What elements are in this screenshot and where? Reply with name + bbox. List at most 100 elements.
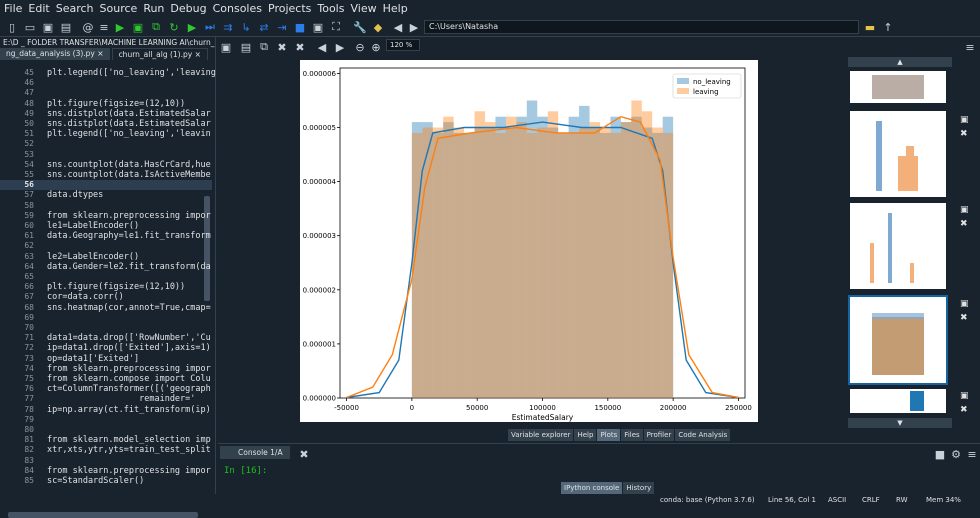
bar-leaving [568,132,580,398]
tab-history[interactable]: History [623,482,655,494]
menu-item[interactable]: Consoles [213,2,262,15]
close-thumbnail-icon[interactable]: ✖ [960,313,968,323]
tab-ipython-console[interactable]: IPython console [561,482,623,494]
previous-plot-icon[interactable]: ◀ [314,39,330,55]
tab-file-1[interactable]: ng_data_analysis (3).py × [0,48,110,60]
menu-item[interactable]: Edit [28,2,49,15]
plot-thumbnail[interactable] [848,69,948,105]
stop-debug-icon[interactable]: ■ [292,19,308,35]
new-file-icon[interactable]: ▯ [4,19,20,35]
save-thumbnail-icon[interactable]: ▣ [960,115,969,125]
bar-leaving [474,111,486,398]
at-icon[interactable]: @ [80,19,96,35]
editor-tabs: ng_data_analysis (3).py × churn_all_alg … [0,48,215,60]
forward-icon[interactable]: ▶ [406,19,422,35]
run-icon[interactable]: ▶ [112,19,128,35]
options-icon[interactable]: ⚙ [948,446,964,462]
pane-menu-icon[interactable]: ≡ [962,39,978,55]
next-plot-icon[interactable]: ▶ [332,39,348,55]
open-file-icon[interactable]: ▭ [22,19,38,35]
interrupt-kernel-icon[interactable]: ■ [932,446,948,462]
tab-code-analysis[interactable]: Code Analysis [675,429,731,441]
code-editor[interactable]: 45 plt.legend(['no_leaving','leaving 46 47 4… [0,66,216,518]
code-line: 61 data.Geography=le1.fit_transform [0,231,212,241]
code-line: 46 [0,78,212,88]
step-into-icon[interactable]: ↳ [238,19,254,35]
menu-item[interactable]: Run [143,2,164,15]
plot-thumbnail[interactable] [848,109,948,199]
browse-folder-icon[interactable]: ▬ [862,19,878,35]
menu-item[interactable]: Projects [268,2,311,15]
debug-icon[interactable]: ⏭ [202,19,218,35]
zoom-level-input[interactable]: 120 % [386,39,420,51]
maximize-pane-icon[interactable]: ▣ [310,19,326,35]
thumbs-scroll-down[interactable]: ▼ [848,418,952,428]
tab-variable-explorer[interactable]: Variable explorer [508,429,574,441]
close-thumbnail-icon[interactable]: ✖ [960,129,968,139]
rerun-icon[interactable]: ▶ [184,19,200,35]
main-toolbar: ▯ ▭ ▣ ▤ @ ≡ ▶ ▣ ⧉ ↻ ▶ ⏭ ⇉ ↳ ⇄ ⇥ ■ ▣ ⛶ 🔧 … [0,17,980,37]
tab-files[interactable]: Files [621,429,643,441]
save-all-icon[interactable]: ▤ [58,19,74,35]
menu-item[interactable]: Debug [170,2,206,15]
editor-hscrollbar[interactable] [8,512,198,518]
back-icon[interactable]: ◀ [390,19,406,35]
remove-all-plots-icon[interactable]: ✖ [292,39,308,55]
save-plot-icon[interactable]: ▣ [218,39,234,55]
line-text: xtr,xts,ytr,yts=train_test_split [47,445,211,456]
menu-item[interactable]: View [350,2,376,15]
menu-item[interactable]: File [4,2,22,15]
remove-plot-icon[interactable]: ✖ [274,39,290,55]
console-tab[interactable]: Console 1/A [220,446,290,459]
run-cell-advance-icon[interactable]: ⧉ [148,19,164,35]
menu-item[interactable]: Source [100,2,138,15]
run-cell-icon[interactable]: ▣ [130,19,146,35]
save-all-plots-icon[interactable]: ▤ [238,39,254,55]
step-icon[interactable]: ⇉ [220,19,236,35]
step-return-icon[interactable]: ⇄ [256,19,272,35]
close-icon[interactable]: × [97,49,103,58]
plot-thumbnail[interactable] [848,201,948,291]
list-icon[interactable]: ≡ [96,19,112,35]
legend-swatch-leaving [677,88,689,94]
run-selection-icon[interactable]: ↻ [166,19,182,35]
working-directory-input[interactable]: C:\Users\Natasha [424,20,859,34]
tab-profiler[interactable]: Profiler [643,429,675,441]
close-thumbnail-icon[interactable]: ✖ [960,405,968,415]
preferences-icon[interactable]: 🔧 [352,19,368,35]
tab-plots[interactable]: Plots [597,429,621,441]
save-thumbnail-icon[interactable]: ▣ [960,391,969,401]
close-thumbnail-icon[interactable]: ✖ [960,219,968,229]
line-number: 60 [24,221,34,230]
thumbs-scroll-up[interactable]: ▲ [848,57,952,67]
zoom-out-icon[interactable]: ⊖ [352,39,368,55]
line-number: 64 [24,261,34,271]
menu-item[interactable]: Help [383,2,408,15]
tab-help[interactable]: Help [574,429,597,441]
code-line: 70 [0,323,212,333]
console-prompt[interactable]: In [16]: [224,466,267,476]
code-line: 56 [0,180,212,191]
save-thumbnail-icon[interactable]: ▣ [960,205,969,215]
tab-file-2[interactable]: churn_all_alg (1).py × [111,48,208,60]
pane-menu-icon[interactable]: ≡ [964,446,980,462]
line-number: 67 [24,292,34,302]
close-icon[interactable]: × [195,50,201,59]
python-path-icon[interactable]: ◆ [370,19,386,35]
menu-item[interactable]: Search [56,2,94,15]
plot-thumbnail[interactable] [848,387,948,415]
line-text: from sklearn.model_selection imp [47,435,211,446]
close-icon[interactable]: ✖ [296,446,312,462]
code-line: 78 ip=np.array(ct.fit_transform(ip) [0,405,212,415]
copy-plot-icon[interactable]: ⧉ [256,39,272,55]
save-thumbnail-icon[interactable]: ▣ [960,299,969,309]
x-tick-label: 100000 [529,404,556,412]
fullscreen-icon[interactable]: ⛶ [328,19,344,35]
plot-thumbnail-selected[interactable] [848,295,948,385]
parent-dir-icon[interactable]: ↑ [880,19,896,35]
code-line: 58 [0,201,212,211]
save-icon[interactable]: ▣ [40,19,56,35]
zoom-in-icon[interactable]: ⊕ [368,39,384,55]
continue-icon[interactable]: ⇥ [274,19,290,35]
menu-item[interactable]: Tools [317,2,344,15]
